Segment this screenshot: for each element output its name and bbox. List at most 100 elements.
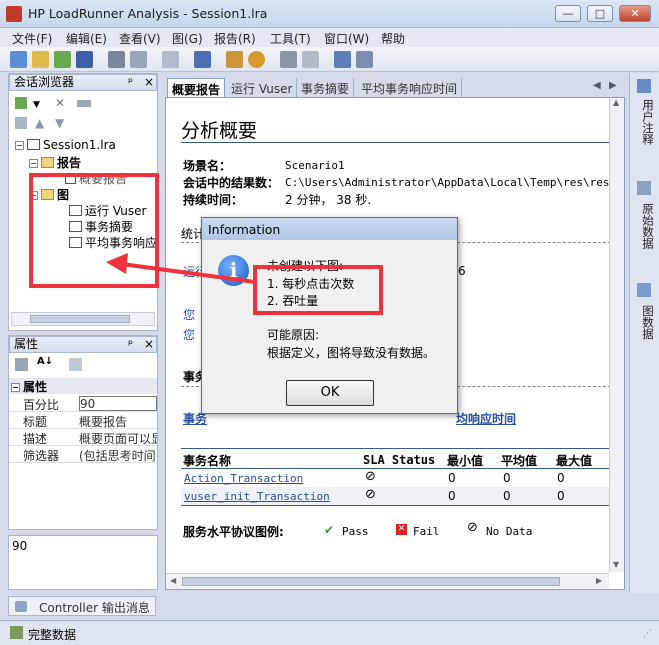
maximize-button[interactable]: □ [587, 5, 613, 22]
menu-window[interactable]: 窗口(W) [324, 30, 369, 47]
report-icon[interactable] [226, 51, 243, 68]
pin-icon[interactable]: ᵖ [128, 75, 133, 90]
tab-scroll-left-icon[interactable]: ◀ [593, 80, 601, 91]
output-icon [15, 601, 27, 612]
table-row[interactable]: Action_Transaction ⊘ 0 0 0 [181, 469, 611, 487]
collapse-icon[interactable]: − [15, 141, 24, 150]
window-title: HP LoadRunner Analysis - Session1.lra [28, 6, 268, 21]
sort-az-icon[interactable]: A↓ [37, 356, 53, 367]
add-icon[interactable] [15, 97, 27, 109]
doc-horizontal-scrollbar[interactable]: ◀ ▶ [166, 573, 609, 589]
avg-response-link[interactable]: 均响应时间 [456, 410, 516, 427]
open-icon[interactable] [32, 51, 49, 68]
dropdown-arrow-icon[interactable]: ▼ [33, 100, 40, 110]
transaction-name[interactable]: vuser_init_Transaction [184, 490, 330, 503]
ok-button[interactable]: OK [286, 380, 374, 406]
property-key: 筛选器 [23, 449, 60, 463]
tab-scroll-right-icon[interactable]: ▶ [609, 80, 617, 91]
scenario-label: 场景名： [183, 159, 232, 173]
min-value: 0 [448, 489, 456, 503]
scroll-up-icon[interactable]: ▲ [613, 98, 619, 107]
legend-fail: Fail [413, 525, 440, 538]
properties-section[interactable]: − 属性 [9, 378, 157, 394]
menu-report[interactable]: 报告(R) [214, 30, 256, 47]
tree-report-folder[interactable]: − 报告 [29, 154, 81, 171]
min-value: 0 [448, 471, 456, 485]
document-tabs: 概要报告 运行 Vuser 事务摘要 平均事务响应时间 ◀ ▶ [165, 77, 625, 97]
tab-summary-report[interactable]: 概要报告 [167, 78, 226, 97]
minimize-button[interactable]: — [555, 5, 581, 22]
redo-icon[interactable] [302, 51, 319, 68]
tree-root[interactable]: − Session1.lra [15, 138, 116, 152]
resize-grip-icon[interactable]: ⋰ [643, 629, 652, 639]
annotation-box-missing [253, 265, 383, 315]
avg-value: 0 [503, 489, 511, 503]
collapse-icon[interactable]: − [29, 159, 38, 168]
copy-icon[interactable] [162, 51, 179, 68]
property-row[interactable]: 筛选器 (包括思考时间 [9, 446, 157, 463]
duration-value: 2 分钟， 38 秒. [285, 193, 372, 207]
transaction-name[interactable]: Action_Transaction [184, 472, 303, 485]
information-dialog: Information i 未创建以下图: 1. 每秒点击次数 2. 吞吐量 可… [201, 217, 458, 414]
new-session-icon[interactable] [10, 51, 27, 68]
menu-edit[interactable]: 编辑(E) [66, 30, 107, 47]
menu-help[interactable]: 帮助 [381, 30, 405, 47]
col-header-max: 最大值 [556, 454, 593, 468]
folder-icon [41, 157, 54, 168]
property-key: 百分比 [23, 398, 60, 412]
properties-title: 属性 [14, 337, 39, 351]
menu-tools[interactable]: 工具(T) [270, 30, 311, 47]
close-button[interactable]: ✕ [619, 5, 651, 22]
scroll-down-icon[interactable]: ▼ [613, 560, 619, 569]
scroll-right-icon[interactable]: ▶ [596, 576, 602, 585]
tab-avg-response-time[interactable]: 平均事务响应时间 [357, 78, 463, 97]
print-icon[interactable] [108, 51, 125, 68]
duration-label: 持续时间： [183, 193, 244, 207]
save-icon[interactable] [76, 51, 93, 68]
categorized-icon[interactable] [15, 358, 28, 371]
tab-user-notes[interactable]: 用户注释 [634, 99, 656, 145]
clock-icon[interactable] [248, 51, 265, 68]
tab-raw-data[interactable]: 原始数据 [634, 203, 656, 249]
menu-file[interactable]: 文件(F) [12, 30, 52, 47]
undo-icon[interactable] [280, 51, 297, 68]
tab-graph-data[interactable]: 图数据 [634, 305, 656, 340]
property-value[interactable]: 90 [79, 396, 157, 411]
move-down-icon[interactable]: ▼ [55, 116, 64, 130]
tab-running-vuser[interactable]: 运行 Vuser [227, 78, 298, 97]
controller-output-tab[interactable]: Controller 输出消息 [8, 596, 156, 616]
pass-check-icon: ✔ [324, 523, 335, 537]
collapse-icon[interactable]: − [11, 383, 20, 392]
scroll-left-icon[interactable]: ◀ [170, 576, 176, 585]
layout-icon[interactable] [356, 51, 373, 68]
menu-graph[interactable]: 图(G) [172, 30, 203, 47]
property-value: (包括思考时间 [79, 449, 156, 463]
move-up-icon[interactable]: ▲ [35, 116, 44, 130]
filter-icon[interactable] [194, 51, 211, 68]
session-browser-header: 会话浏览器 ᵖ × [9, 74, 157, 91]
title-divider [181, 142, 611, 143]
delete-icon[interactable]: ✕ [55, 96, 65, 110]
property-row[interactable]: 百分比 90 [9, 395, 157, 412]
pane-close-icon[interactable]: × [144, 337, 154, 352]
vertical-scrollbar[interactable]: ▲ ▼ [609, 98, 624, 572]
data-status-icon [10, 626, 23, 639]
rename-icon[interactable] [77, 100, 91, 107]
add-graph-icon[interactable] [54, 51, 71, 68]
pin-icon[interactable]: ᵖ [128, 337, 133, 352]
app-icon [6, 6, 22, 22]
export-icon[interactable] [130, 51, 147, 68]
pane-close-icon[interactable]: × [144, 75, 154, 90]
property-row[interactable]: 标题 概要报告 [9, 412, 157, 429]
scroll-thumb[interactable] [182, 577, 560, 586]
table-row[interactable]: vuser_init_Transaction ⊘ 0 0 0 [181, 487, 611, 505]
property-description-box: 90 [8, 535, 158, 590]
template-icon[interactable] [334, 51, 351, 68]
property-row[interactable]: 描述 概要页面可以显 [9, 429, 157, 446]
tab-transaction-summary[interactable]: 事务摘要 [297, 78, 355, 97]
menu-view[interactable]: 查看(V) [119, 30, 161, 47]
scroll-thumb[interactable] [30, 315, 130, 323]
property-pages-icon[interactable] [69, 358, 82, 371]
horizontal-scrollbar[interactable] [11, 312, 155, 326]
copy-graph-icon[interactable] [15, 117, 27, 129]
